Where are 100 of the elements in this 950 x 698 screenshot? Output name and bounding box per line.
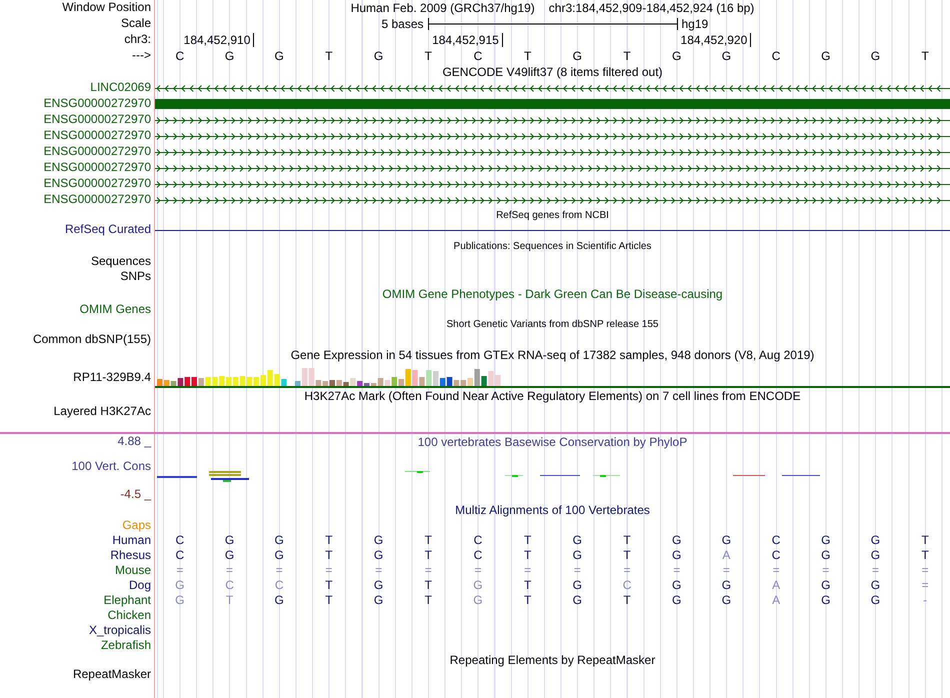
- gene-strand-drawing[interactable]: [155, 133, 950, 140]
- base-letter: G: [372, 533, 384, 548]
- base-letter: G: [720, 533, 732, 548]
- axis-min-label: -4.5 _: [120, 487, 151, 502]
- base-letter: G: [671, 578, 682, 593]
- base-letter: =: [870, 563, 880, 578]
- base-letter: T: [424, 548, 433, 563]
- gene-label: RP11-329B9.4: [73, 370, 151, 385]
- expression-bars-drawing[interactable]: [157, 368, 501, 386]
- base-letter: G: [372, 593, 384, 608]
- track-title: Short Genetic Variants from dbSNP release 155: [446, 318, 658, 330]
- base-letter: T: [522, 49, 532, 63]
- base-letter: =: [920, 563, 930, 578]
- track-label: 100 Vert. Cons: [72, 459, 151, 474]
- assembly-label: hg19: [682, 17, 708, 31]
- position-tick-label: 184,452,915: [432, 33, 503, 47]
- base-letter: G: [174, 578, 186, 593]
- base-letter: =: [622, 563, 632, 578]
- base-letter: T: [920, 548, 930, 563]
- track-label: Gaps: [122, 518, 151, 533]
- track-title: Repeating Elements by RepeatMasker: [450, 653, 656, 667]
- axis-max-label: 4.88 _: [118, 434, 151, 449]
- track-title: Multiz Alignments of 100 Vertebrates: [455, 503, 650, 517]
- base-letter: A: [771, 578, 782, 593]
- base-letter: T: [622, 548, 632, 563]
- gene-strand-drawing[interactable]: [155, 197, 950, 204]
- base-letter: G: [224, 533, 236, 548]
- base-letter: =: [920, 578, 930, 593]
- gene-strand-drawing[interactable]: [155, 85, 950, 92]
- base-letter: G: [671, 593, 682, 608]
- base-letter: A: [721, 548, 732, 563]
- gene-strand-drawing[interactable]: [155, 149, 950, 156]
- base-letter: T: [424, 533, 433, 548]
- base-letter: G: [572, 49, 584, 63]
- base-letter: C: [174, 533, 186, 548]
- base-letter: G: [572, 593, 584, 608]
- base-letter: G: [174, 593, 186, 608]
- base-letter: =: [225, 563, 234, 578]
- gene-strand-drawing[interactable]: [155, 181, 950, 188]
- base-letter: G: [224, 548, 236, 563]
- base-letter: G: [274, 593, 285, 608]
- track-label: RepeatMasker: [72, 667, 151, 682]
- base-letter: G: [671, 533, 682, 548]
- base-letter: C: [770, 49, 782, 63]
- base-letter: G: [572, 578, 584, 593]
- base-letter: =: [175, 563, 184, 578]
- base-letter: C: [770, 533, 782, 548]
- base-letter: C: [472, 548, 484, 563]
- base-letter: =: [523, 563, 532, 578]
- gene-label: ENSG00000272970: [44, 96, 151, 111]
- base-letter: C: [472, 49, 484, 63]
- base-letter: T: [324, 533, 334, 548]
- gene-strand-drawing[interactable]: [155, 117, 950, 124]
- base-letter: G: [720, 578, 732, 593]
- base-letter: G: [820, 578, 832, 593]
- scale-span-text: 5 bases: [381, 17, 424, 31]
- base-letter: C: [472, 533, 484, 548]
- base-letter: G: [820, 533, 832, 548]
- base-letter: =: [572, 563, 582, 578]
- species-label: Chicken: [108, 608, 151, 623]
- base-letter: G: [572, 533, 584, 548]
- position-range: chr3:184,452,909-184,452,924 (16 bp): [548, 1, 754, 15]
- base-letter: G: [372, 548, 384, 563]
- base-letter: T: [522, 533, 532, 548]
- base-letter: =: [473, 563, 482, 578]
- base-letter: G: [274, 533, 285, 548]
- base-letter: T: [324, 593, 334, 608]
- strand-label: --->: [132, 48, 151, 63]
- base-letter: T: [920, 533, 930, 548]
- base-letter: T: [920, 49, 930, 63]
- base-letter: G: [820, 548, 832, 563]
- track-title: RefSeq genes from NCBI: [496, 210, 609, 220]
- gene-strand-drawing[interactable]: [155, 165, 950, 172]
- base-letter: T: [622, 49, 632, 63]
- assembly-name: Human Feb. 2009 (GRCh37/hg19): [350, 1, 535, 15]
- gene-label: ENSG00000272970: [44, 128, 151, 143]
- base-letter: =: [722, 563, 731, 578]
- species-label: Dog: [128, 578, 151, 593]
- track-label: Common dbSNP(155): [32, 332, 151, 347]
- base-letter: G: [870, 548, 882, 563]
- base-letter: A: [771, 593, 782, 608]
- base-letter: =: [424, 563, 433, 578]
- position-tick-label: 184,452,910: [184, 33, 254, 47]
- gene-label: ENSG00000272970: [44, 112, 151, 127]
- gene-label: ENSG00000272970: [44, 176, 151, 191]
- base-letter: -: [922, 593, 928, 608]
- base-letter: G: [274, 49, 285, 63]
- species-label: Zebrafish: [100, 638, 151, 653]
- base-letter: G: [472, 578, 484, 593]
- position-tick-label: 184,452,920: [680, 33, 752, 47]
- base-letter: T: [424, 578, 433, 593]
- base-letter: T: [622, 593, 632, 608]
- base-letter: =: [324, 563, 334, 578]
- base-letter: T: [522, 548, 532, 563]
- base-letter: G: [472, 593, 484, 608]
- row-label: Scale: [120, 16, 151, 31]
- chromosome-label: chr3:: [124, 32, 151, 47]
- base-letter: G: [870, 49, 882, 63]
- base-letter: G: [820, 49, 832, 63]
- base-letter: T: [224, 593, 234, 608]
